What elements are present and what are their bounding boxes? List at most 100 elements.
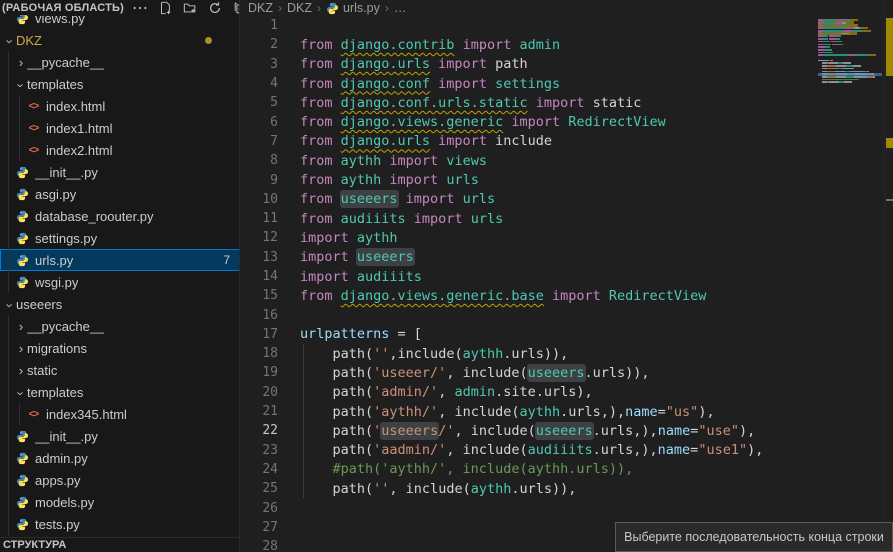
line-number: 1 [241, 18, 278, 33]
code-line-12[interactable]: 12 import aythh [241, 228, 893, 247]
tree-item--init-py[interactable]: __init__.py [0, 425, 240, 447]
code-line-2[interactable]: 2 from django.contrib import admin [241, 35, 893, 54]
tree-item-wsgi-py[interactable]: wsgi.py [0, 271, 240, 293]
line-number: 7 [241, 134, 278, 149]
workspace-section-header[interactable]: (РАБОЧАЯ ОБЛАСТЬ) ⋯ [0, 0, 240, 15]
code-line-13[interactable]: 13import useeers [241, 248, 893, 267]
py-file-icon [15, 187, 30, 201]
new-folder-icon[interactable] [182, 1, 198, 15]
breadcrumb-item[interactable]: urls.py [326, 1, 380, 15]
code-line-6[interactable]: 6from django.views.generic import Redire… [241, 112, 893, 131]
new-file-icon[interactable] [157, 1, 173, 15]
line-text: from django.contrib import admin [300, 37, 560, 53]
code-line-23[interactable]: 23 path('aadmin/', include(audiiits.urls… [241, 441, 893, 460]
code-line-11[interactable]: 11from audiiits import urls [241, 209, 893, 228]
ruler-warning-mark [886, 138, 893, 148]
tree-item-label: templates [27, 385, 83, 400]
html-file-icon: <> [26, 121, 41, 135]
tree-item--pycache-[interactable]: ›__pycache__ [0, 51, 240, 73]
tooltip-text: Выберите последовательность конца строки [624, 530, 884, 544]
tree-item-database-roouter-py[interactable]: database_roouter.py [0, 205, 240, 227]
code-line-3[interactable]: 3from django.urls import path [241, 55, 893, 74]
tree-item-index345-html[interactable]: <> index345.html [0, 403, 240, 425]
outline-section-header[interactable]: СТРУКТУРА [0, 537, 240, 552]
tree-item-useeers[interactable]: ›useeers [0, 293, 240, 315]
line-text: path('admin/', admin.site.urls), [300, 384, 593, 400]
tree-item-label: database_roouter.py [35, 209, 154, 224]
tree-item--init-py[interactable]: __init__.py [0, 161, 240, 183]
tree-item-static[interactable]: ›static [0, 359, 240, 381]
code-line-19[interactable]: 19 path('useeer/', include(useeers.urls)… [241, 363, 893, 382]
code-line-18[interactable]: 18 path('',include(aythh.urls)), [241, 344, 893, 363]
line-text: from django.conf import settings [300, 76, 560, 92]
code-line-7[interactable]: 7from django.urls import include [241, 132, 893, 151]
tree-item-label: asgi.py [35, 187, 76, 202]
tree-item-label: DKZ [16, 33, 42, 48]
code-line-5[interactable]: 5from django.conf.urls.static import sta… [241, 93, 893, 112]
tree-item-label: index.html [46, 99, 105, 114]
tree-item--pycache-[interactable]: ›__pycache__ [0, 315, 240, 337]
tree-item-migrations[interactable]: ›migrations [0, 337, 240, 359]
tree-item-label: tests.py [35, 517, 80, 532]
chevron-down-icon: › [3, 35, 18, 47]
more-actions-icon[interactable]: ⋯ [132, 1, 148, 15]
tree-item-label: migrations [27, 341, 87, 356]
code-line-14[interactable]: 14import audiiits [241, 267, 893, 286]
tree-item-index-html[interactable]: <>index.html [0, 95, 240, 117]
code-line-16[interactable]: 16 [241, 305, 893, 324]
code-line-10[interactable]: 10from useeers import urls [241, 190, 893, 209]
tree-item-label: index345.html [46, 407, 127, 422]
tree-item-asgi-py[interactable]: asgi.py [0, 183, 240, 205]
line-number: 4 [241, 76, 278, 91]
html-file-icon: <> [26, 407, 41, 421]
code-line-22[interactable]: 22 path('useeers/', include(useeers.urls… [241, 421, 893, 440]
refresh-icon[interactable] [207, 1, 223, 15]
code-area[interactable]: 12from django.contrib import admin3from … [241, 16, 893, 552]
tree-item-templates[interactable]: ›templates [0, 381, 240, 403]
line-number: 12 [241, 230, 278, 245]
py-file-icon [15, 165, 30, 179]
code-line-9[interactable]: 9from aythh import urls [241, 170, 893, 189]
tree-item-apps-py[interactable]: apps.py [0, 469, 240, 491]
collapse-all-icon[interactable] [232, 1, 240, 15]
overview-ruler-scrollbar[interactable] [884, 0, 893, 552]
code-line-24[interactable]: 24 #path('aythh/', include(aythh.urls)), [241, 460, 893, 479]
line-number: 2 [241, 37, 278, 52]
tree-item-label: static [27, 363, 57, 378]
tree-item-index2-html[interactable]: <>index2.html [0, 139, 240, 161]
tree-item-index1-html[interactable]: <>index1.html [0, 117, 240, 139]
tree-item-admin-py[interactable]: admin.py [0, 447, 240, 469]
line-number: 18 [241, 346, 278, 361]
tree-indent-guide [19, 95, 20, 161]
tree-item-tests-py[interactable]: tests.py [0, 513, 240, 535]
code-line-26[interactable]: 26 [241, 498, 893, 517]
line-number: 21 [241, 404, 278, 419]
code-line-20[interactable]: 20 path('admin/', admin.site.urls), [241, 383, 893, 402]
line-number: 9 [241, 173, 278, 188]
line-number: 20 [241, 385, 278, 400]
line-text: from django.urls import path [300, 56, 528, 72]
code-line-21[interactable]: 21 path('aythh/', include(aythh.urls,),n… [241, 402, 893, 421]
line-text: from django.views.generic import Redirec… [300, 114, 666, 130]
tree-item-dkz[interactable]: ›DKZ [0, 29, 240, 51]
line-text: from aythh import views [300, 153, 487, 169]
code-line-4[interactable]: 4 from django.conf import settings [241, 74, 893, 93]
code-line-8[interactable]: 8from aythh import views [241, 151, 893, 170]
tree-item-urls-py[interactable]: urls.py7 [0, 249, 240, 271]
line-number: 11 [241, 211, 278, 226]
py-file-icon [15, 253, 30, 267]
code-line-25[interactable]: 25 path('', include(aythh.urls)), [241, 479, 893, 498]
breadcrumb-item[interactable]: … [394, 1, 407, 15]
line-text: import aythh [300, 230, 398, 246]
tree-item-settings-py[interactable]: settings.py [0, 227, 240, 249]
minimap[interactable] [818, 16, 882, 546]
code-line-15[interactable]: 15from django.views.generic.base import … [241, 286, 893, 305]
code-line-1[interactable]: 1 [241, 16, 893, 35]
tree-item-models-py[interactable]: models.py [0, 491, 240, 513]
code-line-17[interactable]: 17urlpatterns = [ [241, 325, 893, 344]
tree-item-templates[interactable]: ›templates [0, 73, 240, 95]
line-number: 25 [241, 481, 278, 496]
breadcrumb-item[interactable]: DKZ [248, 1, 273, 15]
breadcrumb-item[interactable]: DKZ [287, 1, 312, 15]
ruler-warning-mark [886, 18, 893, 76]
